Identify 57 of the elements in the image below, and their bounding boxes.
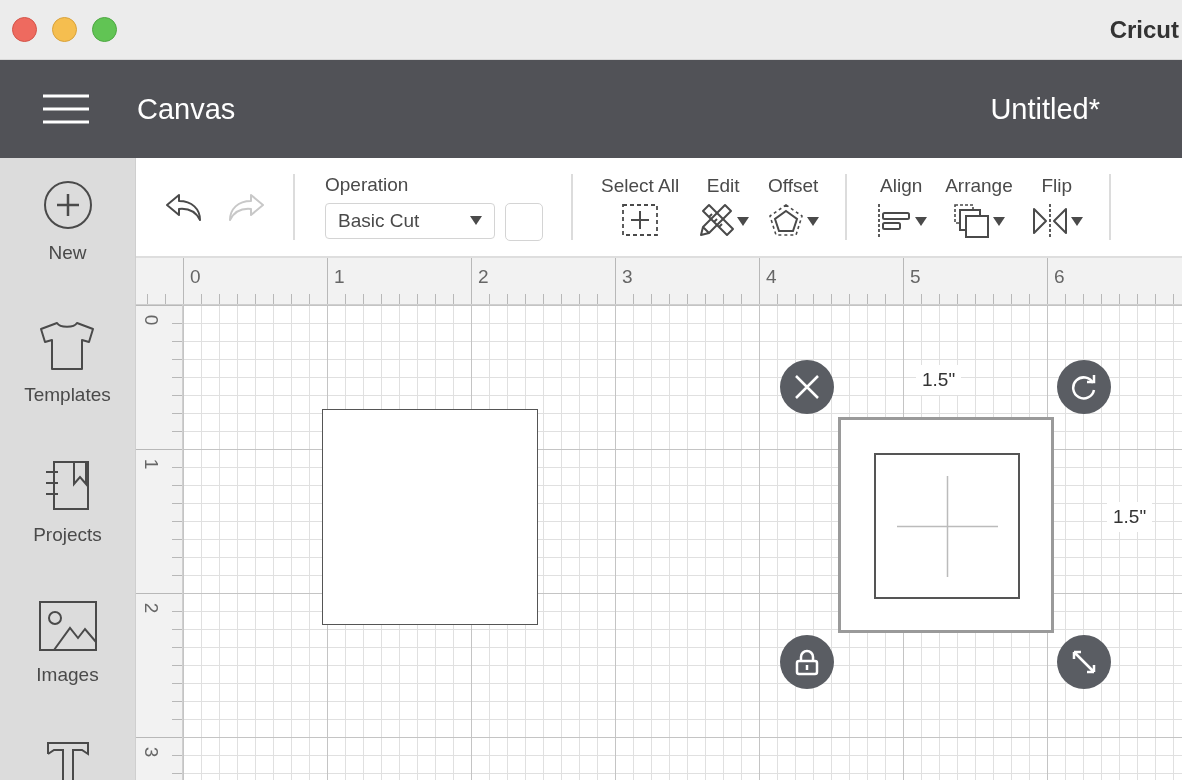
caret-icon [1070, 216, 1083, 226]
caret-icon [807, 216, 820, 226]
ruler-number: 1 [140, 458, 163, 470]
redo-icon [227, 192, 265, 222]
undo-button[interactable] [165, 192, 203, 222]
menu-icon [43, 94, 89, 124]
ruler-number: 6 [1054, 266, 1065, 288]
ruler-number: 3 [622, 266, 633, 288]
align-button[interactable]: Align [875, 175, 928, 239]
operation-dropdown[interactable]: Basic Cut [325, 202, 495, 239]
lock-button[interactable] [780, 635, 834, 689]
undo-icon [165, 192, 203, 222]
ruler-number: 5 [910, 266, 921, 288]
close-button[interactable] [12, 17, 37, 42]
layers-icon [952, 203, 991, 239]
select-all-icon [621, 203, 660, 239]
lock-icon [793, 648, 821, 676]
close-icon [793, 373, 821, 401]
ruler-number: 4 [766, 266, 777, 288]
edit-button[interactable]: Edit [697, 175, 750, 239]
caret-icon [470, 216, 482, 225]
ruler-number: 1 [334, 266, 345, 288]
height-label: 1.5" [1107, 502, 1153, 532]
ruler-number: 2 [140, 602, 163, 614]
sidebar-item[interactable]: Images [36, 578, 99, 718]
offset-button[interactable]: Offset [767, 175, 820, 239]
rotate-button[interactable] [1057, 360, 1111, 414]
operation-label: Operation [325, 173, 410, 196]
sidebar-item[interactable]: Projects [33, 438, 102, 578]
sidebar-item[interactable]: New [42, 158, 93, 298]
sidebar-item[interactable]: Templates [24, 298, 111, 438]
arrange-button[interactable]: Arrange [945, 175, 1013, 239]
pentagon-icon [767, 203, 806, 239]
ruler-number: 0 [140, 314, 163, 326]
document-title: Untitled* [990, 92, 1100, 126]
width-label: 1.5" [916, 365, 962, 395]
menu-button[interactable] [43, 94, 89, 124]
rotate-icon [1070, 373, 1098, 401]
pencil-ruler-icon [697, 203, 736, 239]
image-icon [37, 600, 98, 652]
plus-circle-icon [42, 180, 93, 230]
select-all-button[interactable]: Select All [601, 175, 680, 239]
crosshair-icon [896, 475, 998, 577]
caret-icon [915, 216, 928, 226]
window-title: Cricut [1109, 15, 1179, 44]
resize-icon [1070, 648, 1098, 676]
resize-button[interactable] [1057, 635, 1111, 689]
caret-icon [992, 216, 1005, 226]
ruler-number: 2 [478, 266, 489, 288]
flip-icon [1030, 203, 1069, 239]
color-swatch[interactable] [505, 202, 543, 241]
ruler-number: 0 [190, 266, 201, 288]
flip-button[interactable]: Flip [1030, 175, 1083, 239]
ruler-number: 3 [140, 746, 163, 758]
delete-button[interactable] [780, 360, 834, 414]
section-title: Canvas [137, 92, 237, 126]
caret-icon [737, 216, 750, 226]
